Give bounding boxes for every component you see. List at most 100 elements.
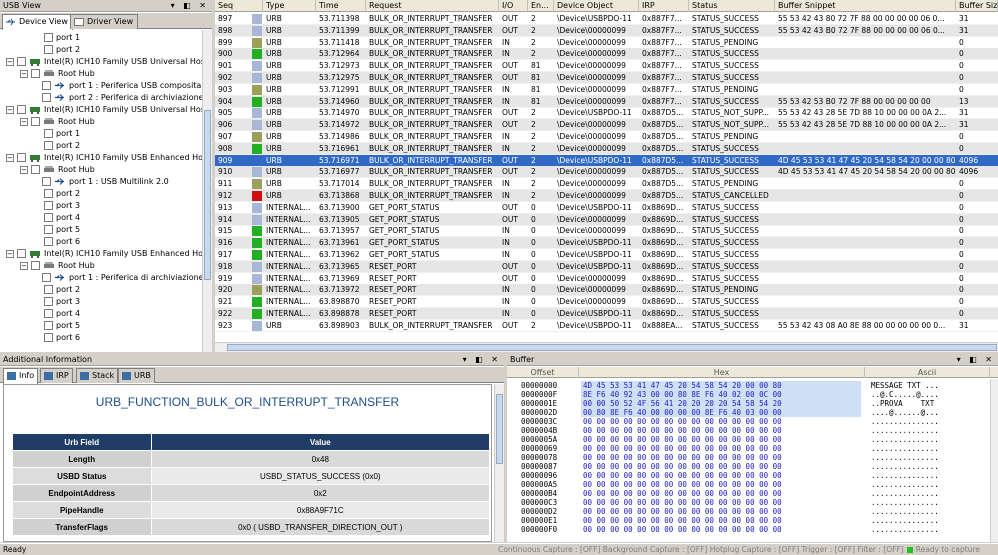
tab-info[interactable]: Info: [3, 368, 39, 384]
tree-node[interactable]: − Intel(R) ICH10 Family USB Enhanced Host…: [6, 152, 202, 164]
device-tree[interactable]: port 1 port 2 − Intel(R) ICH10 Family USB U…: [0, 30, 202, 352]
node-checkbox[interactable]: [44, 297, 53, 306]
column-header[interactable]: Time: [316, 0, 366, 12]
node-checkbox[interactable]: [17, 249, 26, 258]
scroll-thumb[interactable]: [227, 344, 997, 351]
scroll-thumb[interactable]: [204, 110, 211, 280]
buffer-row[interactable]: 000000B4 00 00 00 00 00 00 00 00 00 00 00…: [507, 489, 990, 498]
node-checkbox[interactable]: [44, 225, 53, 234]
table-row[interactable]: 907 URB 53.714986 BULK_OR_INTERRUPT_TRANSFE…: [215, 131, 998, 143]
tree-node[interactable]: port 2: [44, 44, 80, 56]
table-row[interactable]: 909 URB 53.716971 BULK_OR_INTERRUPT_TRANSFE…: [215, 154, 998, 167]
tab-device-view[interactable]: Device View: [2, 14, 73, 30]
node-checkbox[interactable]: [44, 189, 53, 198]
table-row[interactable]: 906 URB 53.714972 BULK_OR_INTERRUPT_TRANSFE…: [215, 119, 998, 132]
collapse-icon[interactable]: −: [20, 69, 28, 78]
tab-stack[interactable]: Stack: [76, 368, 119, 383]
buffer-row[interactable]: 000000C3 00 00 00 00 00 00 00 00 00 00 00…: [507, 498, 990, 507]
scroll-thumb[interactable]: [496, 394, 503, 464]
collapse-icon[interactable]: −: [6, 153, 14, 162]
node-checkbox[interactable]: [17, 153, 26, 162]
buffer-row[interactable]: 00000078 00 00 00 00 00 00 00 00 00 00 00…: [507, 453, 990, 462]
table-row[interactable]: 902 URB 53.712975 BULK_OR_INTERRUPT_TRANSFE…: [215, 72, 998, 84]
collapse-icon[interactable]: −: [20, 261, 28, 270]
pane-controls[interactable]: ▾ ◧ ✕: [463, 354, 501, 366]
node-checkbox[interactable]: [42, 81, 51, 90]
tree-node[interactable]: − Root Hub: [20, 68, 95, 80]
buffer-row[interactable]: 000000D2 00 00 00 00 00 00 00 00 00 00 00…: [507, 507, 990, 516]
tree-node[interactable]: port 6: [44, 332, 80, 344]
column-header[interactable]: I/O: [499, 0, 528, 12]
tree-node[interactable]: port 2 : Periferica di archiviazione di …: [42, 92, 202, 104]
table-row[interactable]: 920 INTERNAL... 63.713972 RESET_PORT IN 0 \Dev…: [215, 284, 998, 297]
tree-node[interactable]: port 2: [44, 140, 80, 152]
tree-node[interactable]: port 5: [44, 320, 80, 332]
tree-node[interactable]: port 4: [44, 308, 80, 320]
buffer-row[interactable]: 00000000 4D 45 53 53 41 47 45 20 54 58 54…: [507, 381, 990, 390]
tree-node[interactable]: port 1: [44, 32, 80, 44]
buffer-row[interactable]: 00000096 00 00 00 00 00 00 00 00 00 00 00…: [507, 471, 990, 480]
column-header[interactable]: En...: [528, 0, 554, 12]
node-checkbox[interactable]: [17, 57, 26, 66]
tree-node[interactable]: − Intel(R) ICH10 Family USB Enhanced Host…: [6, 248, 202, 260]
buffer-row[interactable]: 0000004B 00 00 00 00 00 00 00 00 00 00 00…: [507, 426, 990, 435]
table-row[interactable]: 913 INTERNAL... 63.713900 GET_PORT_STATUS OU…: [215, 202, 998, 214]
tree-node[interactable]: − Intel(R) ICH10 Family USB Universal Hos…: [6, 104, 202, 116]
buffer-row[interactable]: 0000000F 8E F6 40 92 43 00 00 80 8E F6 40…: [507, 390, 990, 399]
buffer-row[interactable]: 000000F0 00 00 00 00 00 00 00 00 00 00 00…: [507, 525, 990, 534]
tree-node[interactable]: port 2: [44, 188, 80, 200]
column-header[interactable]: Seq: [215, 0, 263, 12]
tree-scrollbar[interactable]: [202, 30, 212, 352]
info-scrollbar[interactable]: [494, 384, 504, 542]
tab-driver-view[interactable]: Driver View: [70, 14, 139, 29]
table-row[interactable]: 899 URB 53.711418 BULK_OR_INTERRUPT_TRANSFE…: [215, 37, 998, 49]
table-row[interactable]: 922 INTERNAL... 63.898878 RESET_PORT IN 0 \Dev…: [215, 308, 998, 320]
collapse-icon[interactable]: −: [20, 117, 28, 126]
node-checkbox[interactable]: [44, 237, 53, 246]
tree-node[interactable]: port 1: [44, 128, 80, 140]
column-header[interactable]: Request: [366, 0, 499, 12]
buffer-row[interactable]: 0000002D 00 80 8E F6 40 00 00 00 00 8E F6…: [507, 408, 990, 417]
node-checkbox[interactable]: [31, 261, 40, 270]
table-row[interactable]: 918 INTERNAL... 63.713965 RESET_PORT OUT 0 \De…: [215, 260, 998, 273]
tab-urb[interactable]: URB: [118, 368, 155, 383]
buffer-row[interactable]: 00000087 00 00 00 00 00 00 00 00 00 00 00…: [507, 462, 990, 471]
node-checkbox[interactable]: [44, 201, 53, 210]
table-row[interactable]: 904 URB 53.714960 BULK_OR_INTERRUPT_TRANSFE…: [215, 95, 998, 108]
table-row[interactable]: 919 INTERNAL... 63.713969 RESET_PORT OUT 0 \De…: [215, 273, 998, 285]
column-header[interactable]: IRP: [639, 0, 689, 12]
buffer-scrollbar[interactable]: [990, 379, 998, 542]
buffer-row[interactable]: 0000003C 00 00 00 00 00 00 00 00 00 00 00…: [507, 417, 990, 426]
node-checkbox[interactable]: [44, 141, 53, 150]
pane-controls[interactable]: ▾ ◧ ✕: [957, 354, 995, 366]
buffer-row[interactable]: 000000A5 00 00 00 00 00 00 00 00 00 00 00…: [507, 480, 990, 489]
node-checkbox[interactable]: [42, 93, 51, 102]
tree-node[interactable]: − Root Hub: [20, 164, 95, 176]
grid-hscrollbar[interactable]: [215, 342, 998, 352]
tree-node[interactable]: − Intel(R) ICH10 Family USB Universal Hos…: [6, 56, 202, 68]
node-checkbox[interactable]: [31, 69, 40, 78]
node-checkbox[interactable]: [44, 213, 53, 222]
column-header[interactable]: Buffer Snippet: [775, 0, 956, 12]
table-row[interactable]: 905 URB 53.714970 BULK_OR_INTERRUPT_TRANSFE…: [215, 107, 998, 120]
table-row[interactable]: 911 URB 53.717014 BULK_OR_INTERRUPT_TRANSFE…: [215, 178, 998, 191]
table-row[interactable]: 921 INTERNAL... 63.898870 RESET_PORT IN 0 \Dev…: [215, 296, 998, 309]
node-checkbox[interactable]: [44, 129, 53, 138]
table-row[interactable]: 900 URB 53.712964 BULK_OR_INTERRUPT_TRANSFE…: [215, 48, 998, 61]
column-header[interactable]: Buffer Size: [956, 0, 998, 12]
collapse-icon[interactable]: −: [20, 165, 28, 174]
table-row[interactable]: 901 URB 53.712973 BULK_OR_INTERRUPT_TRANSFE…: [215, 60, 998, 73]
node-checkbox[interactable]: [42, 177, 51, 186]
node-checkbox[interactable]: [44, 309, 53, 318]
table-row[interactable]: 917 INTERNAL... 63.713962 GET_PORT_STATUS IN…: [215, 249, 998, 261]
tree-node[interactable]: − Root Hub: [20, 260, 95, 272]
collapse-icon[interactable]: −: [6, 57, 14, 66]
table-row[interactable]: 923 URB 63.898903 BULK_OR_INTERRUPT_TRANSFE…: [215, 320, 998, 332]
tree-node[interactable]: port 4: [44, 212, 80, 224]
table-row[interactable]: 916 INTERNAL... 63.713961 GET_PORT_STATUS IN…: [215, 237, 998, 250]
collapse-icon[interactable]: −: [6, 105, 14, 114]
pane-controls[interactable]: ▾ ◧ ✕: [171, 0, 209, 12]
table-row[interactable]: 908 URB 53.716961 BULK_OR_INTERRUPT_TRANSFE…: [215, 142, 998, 155]
table-row[interactable]: 903 URB 53.712991 BULK_OR_INTERRUPT_TRANSFE…: [215, 84, 998, 96]
tree-node[interactable]: port 5: [44, 224, 80, 236]
